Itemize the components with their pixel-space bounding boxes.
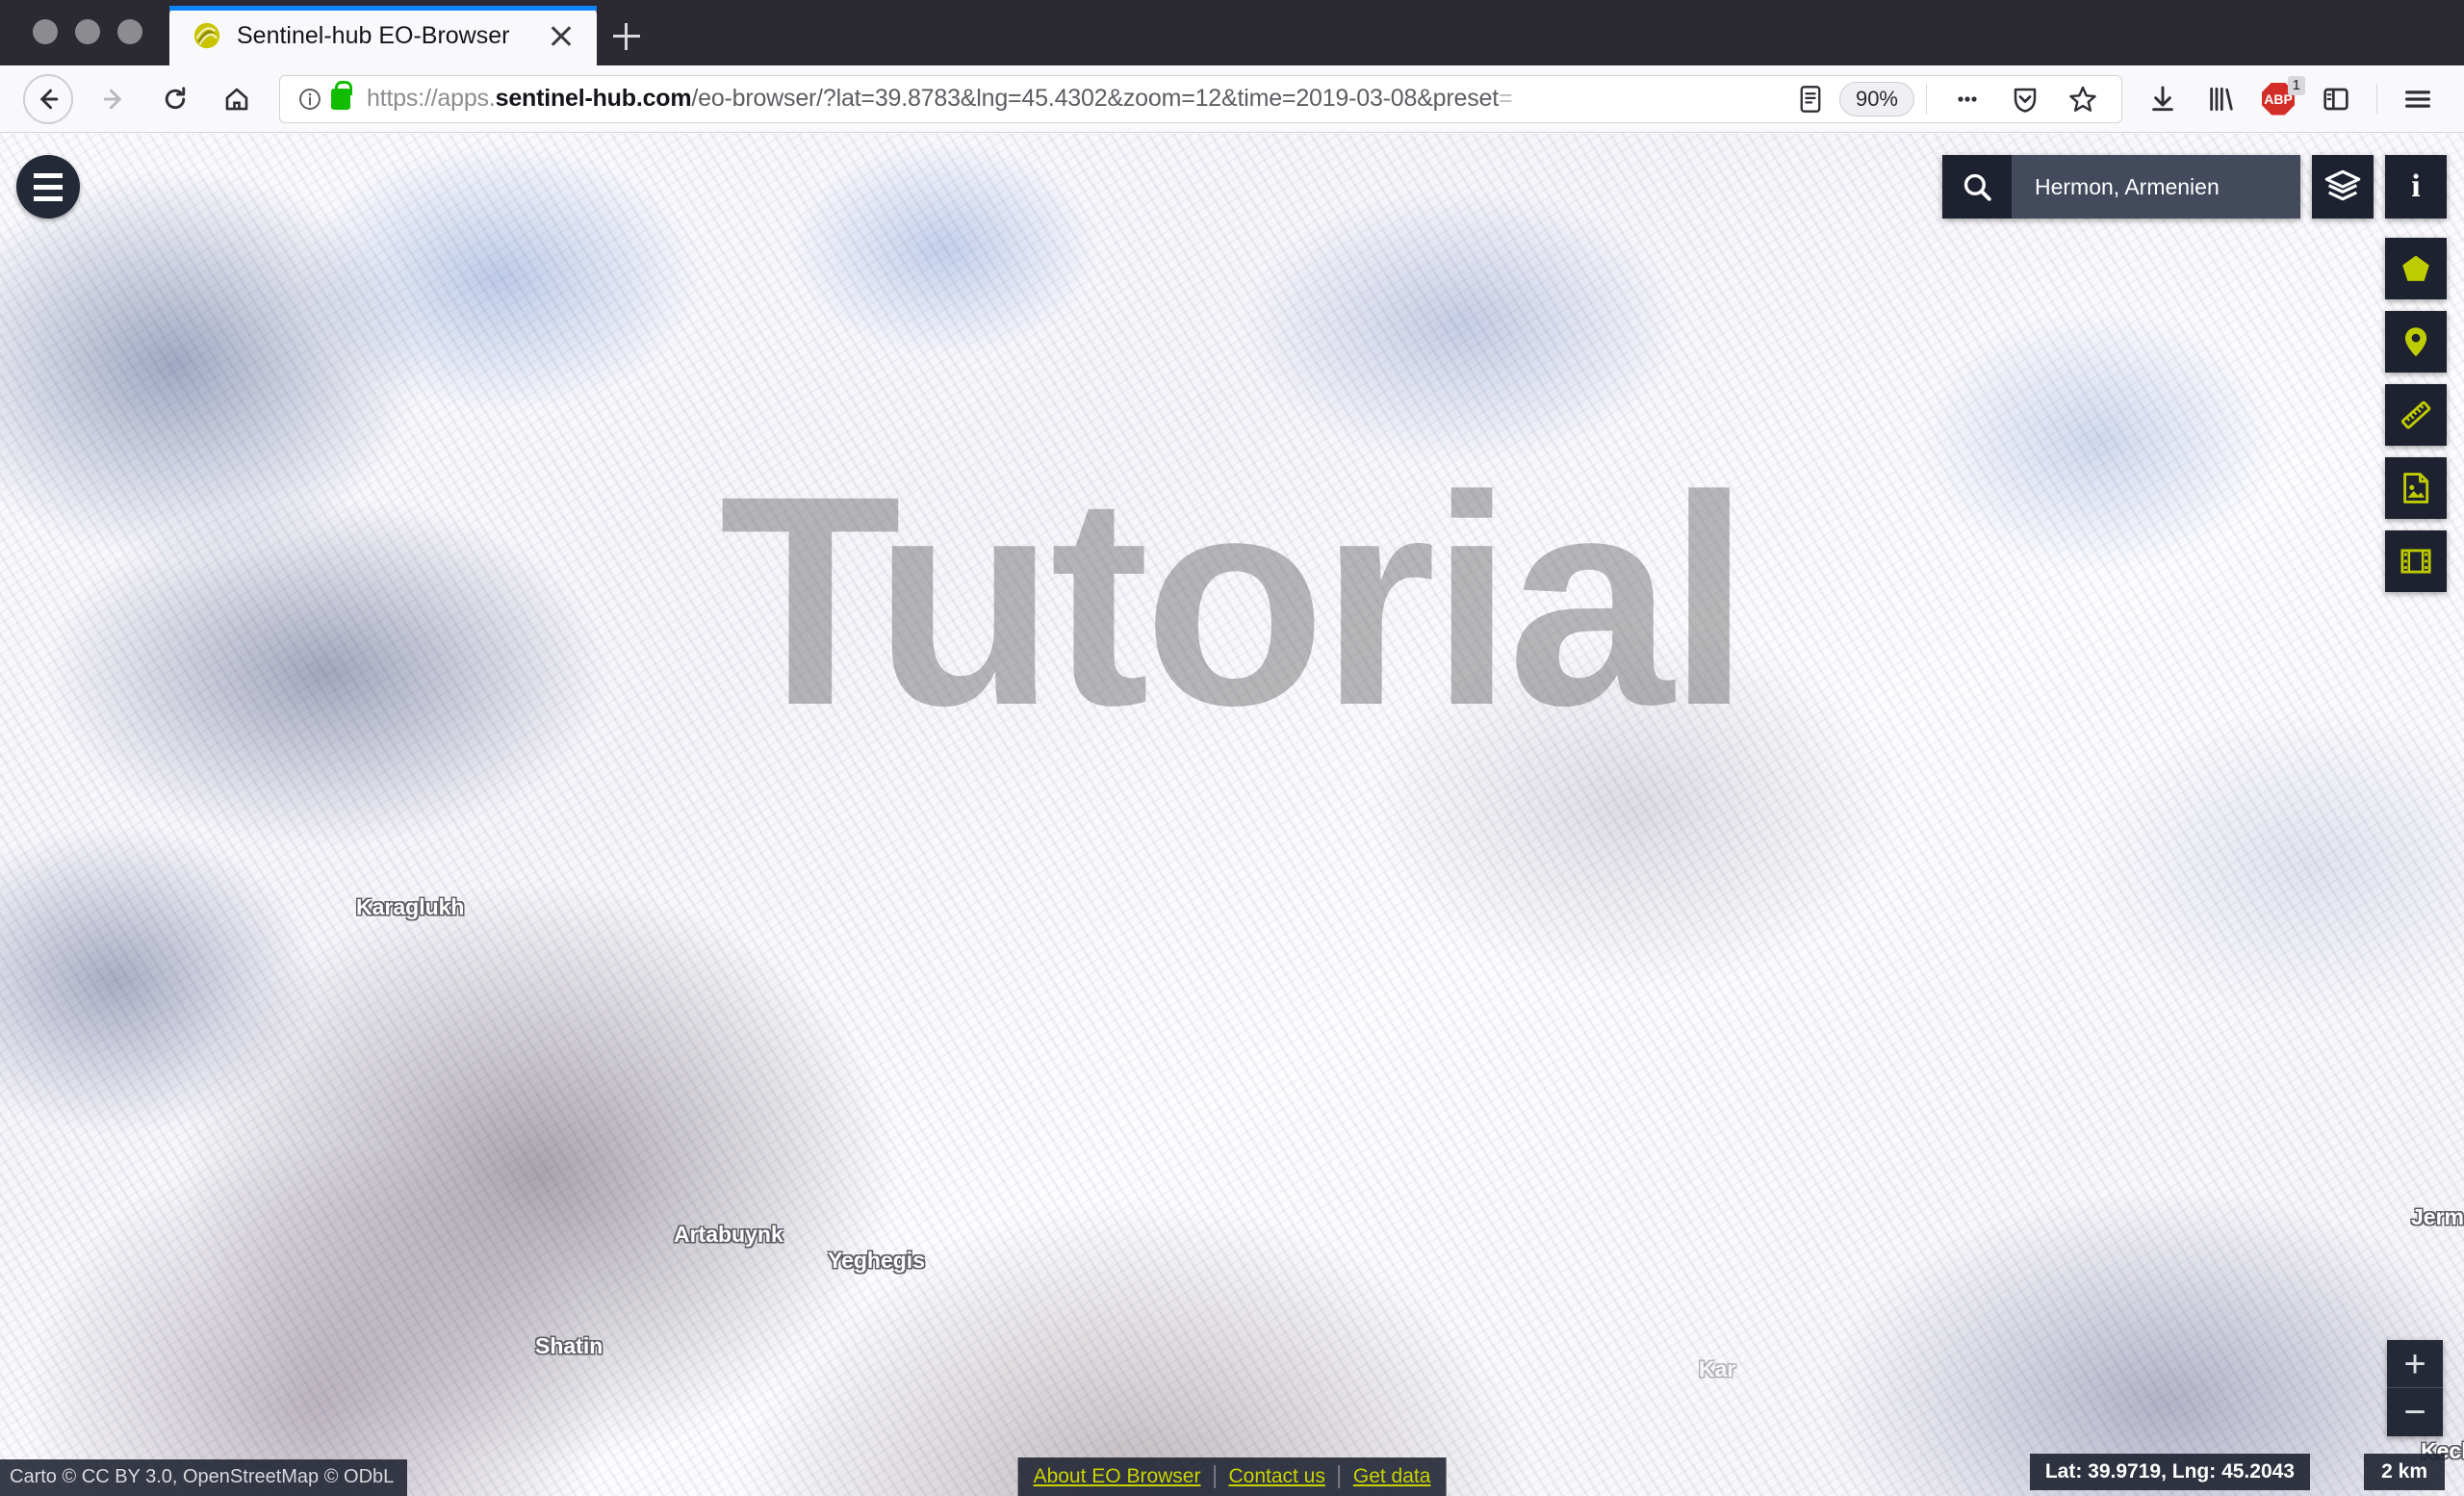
layers-button[interactable] bbox=[2312, 155, 2374, 219]
about-eo-browser-link[interactable]: About EO Browser bbox=[1034, 1465, 1201, 1488]
minimize-window-button[interactable] bbox=[75, 19, 100, 44]
home-icon bbox=[225, 88, 248, 110]
main-menu-button[interactable] bbox=[16, 155, 80, 219]
reload-icon bbox=[165, 86, 186, 109]
url-host: sentinel-hub.com bbox=[495, 85, 692, 112]
map-tools-panel bbox=[2385, 238, 2447, 592]
map-pin-icon bbox=[2404, 327, 2427, 357]
home-button[interactable] bbox=[212, 74, 262, 124]
satellite-imagery-layer bbox=[0, 134, 2464, 1496]
page-actions-button[interactable] bbox=[1942, 74, 1992, 124]
back-arrow-icon bbox=[40, 89, 59, 109]
page-actions-icon bbox=[1958, 95, 1977, 102]
close-window-button[interactable] bbox=[33, 19, 58, 44]
layers-icon bbox=[2324, 169, 2361, 201]
search-icon bbox=[1964, 173, 1991, 201]
reader-mode-icon bbox=[1800, 85, 1821, 113]
sentinel-hub-logo-icon bbox=[193, 22, 220, 49]
timelapse-tool[interactable] bbox=[2385, 530, 2447, 592]
location-search[interactable]: Hermon, Armenien bbox=[1942, 155, 2300, 219]
browser-window: Sentinel-hub EO-Browser https://apps.sen… bbox=[0, 0, 2464, 1496]
footer-divider-2 bbox=[1338, 1465, 1340, 1488]
new-tab-button[interactable] bbox=[597, 6, 656, 65]
forward-button[interactable] bbox=[89, 74, 139, 124]
browser-titlebar: Sentinel-hub EO-Browser bbox=[0, 0, 2464, 65]
library-icon bbox=[2210, 87, 2233, 111]
map-scale-bar: 2 km bbox=[2364, 1454, 2445, 1490]
site-info-icon[interactable] bbox=[294, 87, 326, 112]
tab-close-icon[interactable] bbox=[545, 19, 578, 52]
url-scheme: https://apps. bbox=[367, 85, 496, 112]
search-input[interactable]: Hermon, Armenien bbox=[2012, 155, 2300, 219]
draw-polygon-tool[interactable] bbox=[2385, 238, 2447, 299]
url-text[interactable]: https://apps.sentinel-hub.com/eo-browser… bbox=[367, 85, 1789, 113]
downloads-icon bbox=[2152, 86, 2173, 111]
zoom-in-button[interactable]: + bbox=[2387, 1340, 2443, 1388]
footer-divider-1 bbox=[1214, 1465, 1216, 1488]
app-menu-button[interactable] bbox=[2393, 74, 2443, 124]
window-controls[interactable] bbox=[0, 19, 169, 65]
ruler-icon bbox=[2400, 400, 2431, 429]
info-button[interactable]: i bbox=[2385, 155, 2447, 219]
lock-icon[interactable] bbox=[326, 80, 359, 110]
menu-bar-1 bbox=[34, 172, 63, 178]
hamburger-menu-icon bbox=[2405, 90, 2430, 108]
reader-mode-button[interactable] bbox=[1789, 85, 1832, 114]
top-right-controls: Hermon, Armenien i bbox=[1942, 155, 2447, 219]
marker-tool[interactable] bbox=[2385, 311, 2447, 373]
tab-title: Sentinel-hub EO-Browser bbox=[237, 21, 510, 49]
get-data-link[interactable]: Get data bbox=[1353, 1465, 1431, 1488]
contact-us-link[interactable]: Contact us bbox=[1228, 1465, 1324, 1488]
menu-bar-2 bbox=[34, 184, 63, 190]
image-download-tool[interactable] bbox=[2385, 457, 2447, 519]
zoom-out-button[interactable]: − bbox=[2387, 1388, 2443, 1436]
polygon-icon bbox=[2402, 255, 2429, 281]
bookmark-button[interactable] bbox=[2058, 74, 2108, 124]
map-canvas[interactable]: KaraglukhArtabuynkYeghegisShatinVernashe… bbox=[0, 134, 2464, 1496]
back-button[interactable] bbox=[23, 73, 73, 124]
adblock-button[interactable]: ABP 1 bbox=[2253, 74, 2305, 124]
search-button[interactable] bbox=[1942, 155, 2012, 219]
browser-navbar: https://apps.sentinel-hub.com/eo-browser… bbox=[0, 65, 2464, 133]
info-circle-icon bbox=[299, 88, 321, 110]
url-path: /eo-browser/?lat=39.8783&lng=45.4302&zoo… bbox=[691, 85, 1499, 112]
toolbar-divider bbox=[1926, 83, 1927, 115]
downloads-button[interactable] bbox=[2138, 74, 2188, 124]
adblock-badge-count: 1 bbox=[2287, 75, 2305, 95]
maximize-window-button[interactable] bbox=[117, 19, 142, 44]
reload-button[interactable] bbox=[150, 74, 200, 124]
url-tail: = bbox=[1498, 85, 1513, 112]
menu-bar-3 bbox=[34, 195, 63, 201]
sidebar-icon bbox=[2323, 88, 2348, 110]
pocket-button[interactable] bbox=[2000, 74, 2050, 124]
forward-arrow-icon bbox=[103, 89, 121, 109]
browser-tab[interactable]: Sentinel-hub EO-Browser bbox=[169, 6, 597, 65]
cursor-coordinates: Lat: 39.9719, Lng: 45.2043 bbox=[2029, 1454, 2310, 1490]
bookmark-star-icon bbox=[2069, 86, 2096, 112]
film-strip-icon bbox=[2400, 549, 2431, 574]
footer-links: About EO Browser Contact us Get data bbox=[1017, 1457, 1447, 1496]
map-zoom-controls: + − bbox=[2387, 1340, 2443, 1436]
url-bar[interactable]: https://apps.sentinel-hub.com/eo-browser… bbox=[279, 74, 2122, 124]
measure-tool[interactable] bbox=[2385, 384, 2447, 446]
navbar-divider bbox=[2376, 83, 2377, 115]
map-attribution: Carto © CC BY 3.0, OpenStreetMap © ODbL bbox=[0, 1459, 408, 1496]
zoom-level-badge[interactable]: 90% bbox=[1838, 81, 1914, 116]
image-file-icon bbox=[2403, 473, 2429, 503]
pocket-shield-icon bbox=[2014, 88, 2037, 113]
sidebar-button[interactable] bbox=[2311, 74, 2361, 124]
library-button[interactable] bbox=[2195, 74, 2246, 124]
